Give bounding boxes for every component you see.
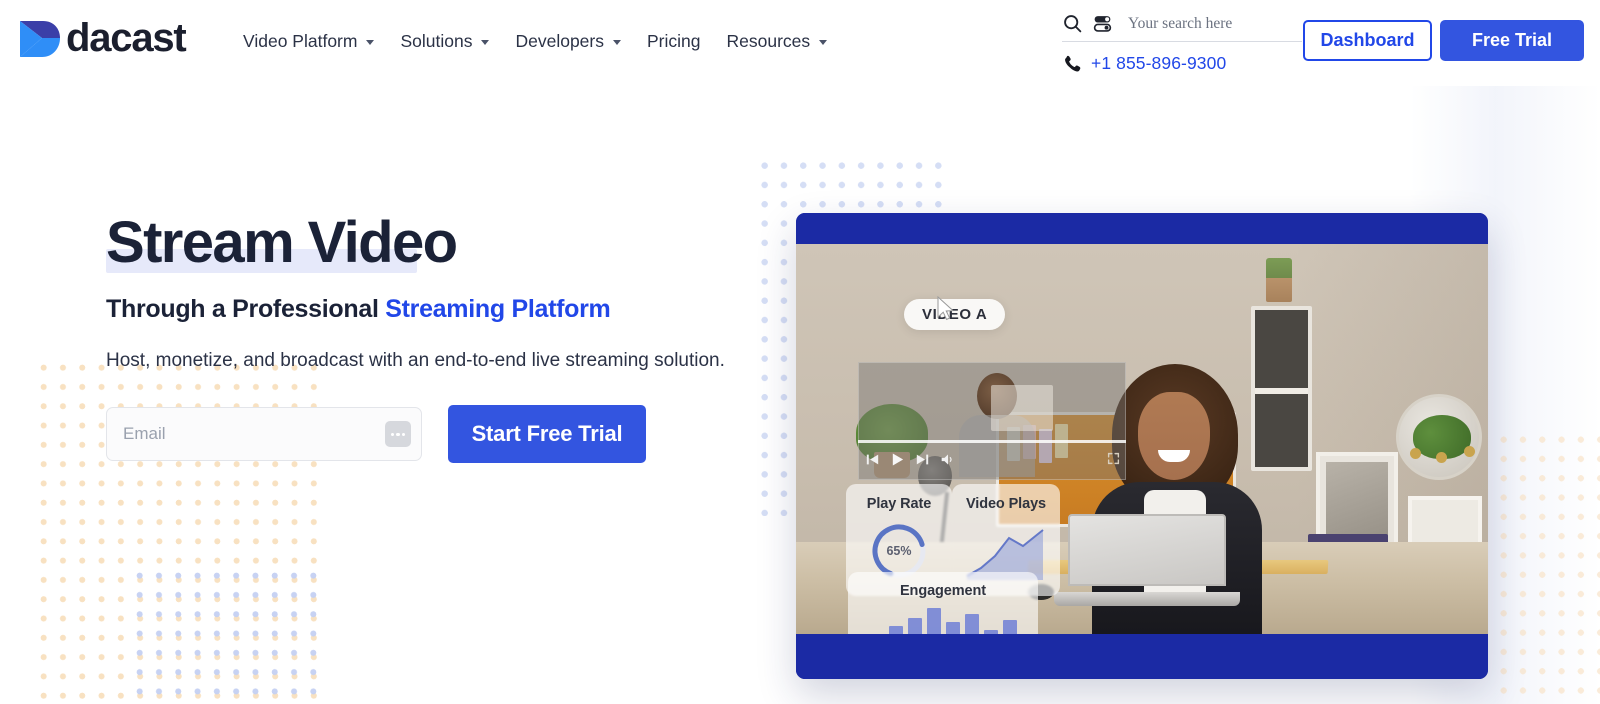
hero-subtitle: Through a Professional Streaming Platfor… (106, 295, 766, 324)
dacast-arrow-logo-icon (20, 21, 60, 57)
engagement-title: Engagement (899, 583, 986, 599)
start-free-trial-button[interactable]: Start Free Trial (448, 405, 646, 464)
phone-row: +1 855-896-9300 (1062, 53, 1302, 74)
bar (1002, 620, 1017, 634)
cursor-arrow-icon (936, 295, 956, 327)
chevron-down-icon (819, 39, 828, 45)
video-player-controls (858, 440, 1126, 480)
previous-icon[interactable] (866, 453, 879, 471)
card-media: VIDEO A Play Rate 65% Video Plays Engage… (796, 244, 1488, 634)
hero-subtitle-plain: Through a Professional (106, 294, 386, 323)
chevron-down-icon (366, 39, 375, 45)
mini-video-whiteboard (991, 385, 1053, 431)
dashboard-button[interactable]: Dashboard (1303, 20, 1432, 61)
nav-label: Video Platform (243, 31, 358, 51)
search-block: +1 855-896-9300 (1062, 13, 1302, 74)
play-icon[interactable] (890, 452, 905, 472)
site-header: dacast Video Platform Solutions Develope… (0, 0, 1600, 86)
engagement-bar-chart (848, 608, 1038, 634)
person-face (1138, 392, 1210, 480)
hero-title-wrap: Stream Video (106, 210, 458, 275)
hero-copy: Stream Video Through a Professional Stre… (106, 210, 766, 464)
landing-page: dacast Video Platform Solutions Develope… (0, 0, 1600, 704)
bar (888, 626, 903, 634)
nav-item-resources[interactable]: Resources (714, 28, 841, 54)
sliders-icon[interactable] (1092, 13, 1113, 34)
logo[interactable]: dacast (16, 15, 187, 62)
nav-label: Pricing (647, 31, 701, 51)
ellipsis-icon[interactable] (385, 421, 411, 448)
nav-item-video-platform[interactable]: Video Platform (243, 28, 387, 54)
phone-number-link[interactable]: +1 855-896-9300 (1091, 53, 1226, 74)
page-title: Stream Video (106, 210, 458, 275)
video-plays-title: Video Plays (965, 496, 1047, 512)
nav-item-solutions[interactable]: Solutions (387, 28, 502, 54)
logo-text: dacast (66, 15, 187, 60)
bar (945, 622, 960, 634)
chevron-down-icon (613, 39, 621, 45)
chevron-down-icon (481, 39, 490, 45)
video-progress-bar[interactable] (858, 440, 1126, 443)
search-icon[interactable] (1062, 13, 1083, 34)
fullscreen-icon[interactable] (1107, 452, 1120, 470)
bar (907, 618, 922, 634)
next-icon[interactable] (916, 453, 929, 471)
nav-item-pricing[interactable]: Pricing (634, 28, 714, 54)
hero-subtitle-accent: Streaming Platform (385, 294, 611, 323)
signup-form: Start Free Trial (106, 405, 766, 464)
laptop (1054, 514, 1240, 606)
dot-pattern-orange-right (1494, 430, 1600, 704)
primary-nav: Video Platform Solutions Developers Pric… (243, 28, 840, 54)
email-input[interactable] (106, 407, 422, 462)
hero-body-text: Host, monetize, and broadcast with an en… (106, 349, 725, 371)
laptop-base (1054, 592, 1240, 606)
dot-pattern-blue-left (130, 566, 326, 704)
playback-buttons (866, 452, 955, 472)
phone-icon (1062, 54, 1081, 73)
nav-label: Developers (515, 31, 604, 51)
free-trial-button[interactable]: Free Trial (1440, 20, 1584, 61)
laptop-screen (1068, 514, 1226, 586)
bar (964, 614, 979, 634)
nav-item-developers[interactable]: Developers (502, 28, 634, 54)
plant-on-shelf (1266, 258, 1292, 302)
hero-media-card: VIDEO A Play Rate 65% Video Plays Engage… (796, 213, 1488, 679)
card-top-bar (796, 213, 1488, 244)
bar (926, 608, 941, 634)
search-input[interactable] (1128, 14, 1288, 33)
engagement-card: Engagement (848, 572, 1038, 634)
play-rate-title: Play Rate (866, 496, 932, 512)
card-bottom-bar (796, 634, 1488, 679)
volume-icon[interactable] (940, 452, 955, 472)
nav-label: Solutions (400, 31, 473, 51)
bar (983, 630, 998, 634)
nav-label: Resources (726, 31, 811, 51)
search-row (1062, 13, 1302, 42)
email-field-wrap (106, 407, 422, 462)
round-wall-mirror (1396, 394, 1482, 480)
wall-hooks (1408, 444, 1488, 466)
